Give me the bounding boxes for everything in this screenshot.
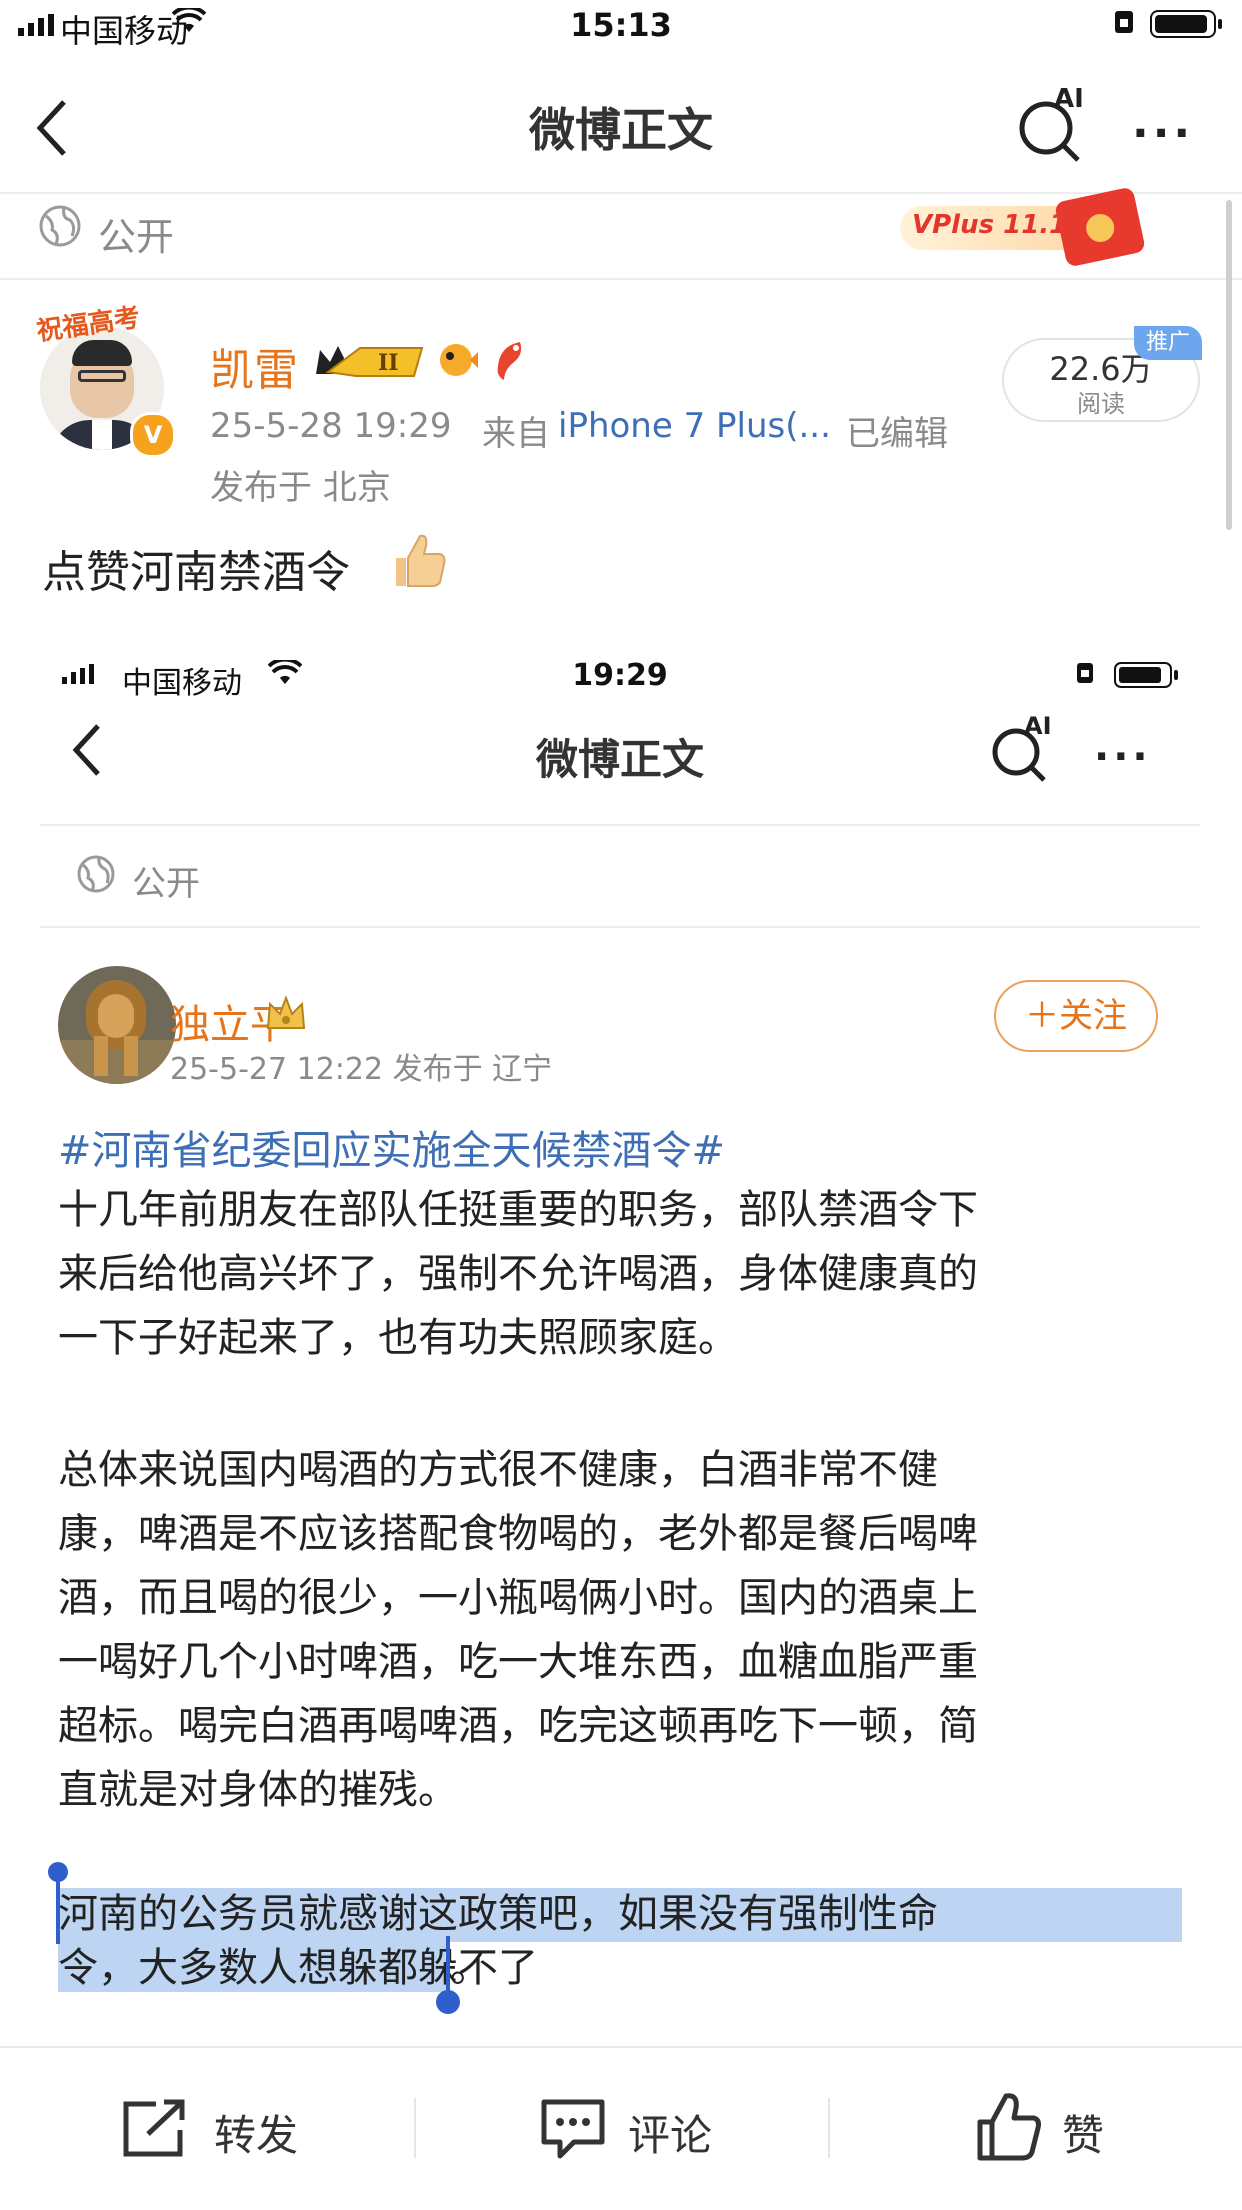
fish-badge-icon xyxy=(440,344,478,376)
ai-label: AI xyxy=(1054,84,1084,114)
ai-search-button[interactable]: AI xyxy=(1014,84,1090,164)
nav-bar: 微博正文 AI ··· xyxy=(0,62,1242,194)
embedded-ai-search-icon: AI xyxy=(988,712,1058,786)
embedded-divider-2 xyxy=(40,926,1200,928)
koi-badge-icon xyxy=(497,342,522,380)
embedded-portrait-lock-icon xyxy=(1077,663,1093,683)
like-label: 赞 xyxy=(1062,2111,1105,2160)
repost-label: 转发 xyxy=(214,2111,299,2160)
portrait-lock-icon xyxy=(1115,11,1133,33)
embedded-meta: 25-5-27 12:22 发布于 辽宁 xyxy=(170,1052,553,1087)
more-options-button[interactable]: ··· xyxy=(1132,108,1194,159)
battery-icon xyxy=(1150,10,1222,38)
embedded-hashtag: #河南省纪委回应实施全天候禁酒令# xyxy=(58,1128,726,1174)
embedded-visibility: 公开 xyxy=(132,864,200,904)
edited-label[interactable]: 已编辑 xyxy=(846,406,948,455)
promo-badge: 推广 xyxy=(1134,326,1202,360)
member-crown-icon: II xyxy=(312,340,428,384)
embedded-divider xyxy=(40,824,1200,826)
embedded-follow-button: ＋关注 xyxy=(994,980,1158,1052)
selection-start-cursor xyxy=(56,1880,60,1944)
vplus-banner[interactable]: VPlus 11.11 xyxy=(900,186,1160,268)
thumbs-up-emoji-icon xyxy=(396,534,446,587)
embedded-paragraph-2: 总体来说国内喝酒的方式很不健康，白酒非常不健 康，啤酒是不应该搭配食物喝的，老外… xyxy=(58,1447,978,1813)
toolbar-divider-1 xyxy=(414,2098,416,2158)
comment-label: 评论 xyxy=(628,2111,713,2160)
status-bar: 中国移动 15:13 xyxy=(0,0,1242,62)
bottom-toolbar: 转发 评论 赞 xyxy=(0,2046,1242,2210)
comment-icon xyxy=(541,2099,605,2159)
embedded-ai-label: AI xyxy=(1024,712,1052,740)
post-location: 发布于 北京 xyxy=(210,468,391,508)
embedded-more-icon: ··· xyxy=(1094,734,1152,780)
source-device-link[interactable]: iPhone 7 Plus(... xyxy=(558,406,831,446)
selection-end-cursor xyxy=(446,1936,450,1994)
verified-badge-icon: V xyxy=(130,412,176,458)
embedded-paragraph-1: 十几年前朋友在部队任挺重要的职务，部队禁酒令下 来后给他高兴坏了，强制不允许喝酒… xyxy=(58,1187,978,1361)
like-icon xyxy=(977,2093,1041,2161)
reads-label: 阅读 xyxy=(1077,390,1125,418)
selection-end-handle-icon xyxy=(436,1990,460,2014)
repost-button[interactable]: 转发 xyxy=(120,2088,320,2168)
author-name[interactable]: 凯雷 xyxy=(210,334,298,398)
embedded-globe-icon xyxy=(77,855,115,893)
visibility-row: 公开 VPlus 11.11 xyxy=(0,186,1242,280)
embedded-crown-icon xyxy=(266,995,306,1029)
source-prefix: 来自 xyxy=(482,414,550,454)
embedded-paragraph-3-tail: 。 xyxy=(450,1945,490,1991)
svg-text:II: II xyxy=(378,350,399,376)
author-avatar[interactable]: 祝福高考 V xyxy=(35,303,176,458)
red-envelope-icon xyxy=(1054,186,1146,268)
embedded-author-avatar xyxy=(58,966,176,1084)
post-timestamp: 25-5-28 19:29 xyxy=(210,406,452,446)
like-button[interactable]: 赞 xyxy=(976,2088,1136,2168)
comment-button[interactable]: 评论 xyxy=(540,2088,740,2168)
repost-icon xyxy=(123,2099,185,2157)
embedded-battery-icon xyxy=(1114,662,1178,688)
toolbar-divider-2 xyxy=(828,2098,830,2158)
scrollbar[interactable] xyxy=(1226,200,1232,530)
post-text: 点赞河南禁酒令 xyxy=(42,547,350,598)
globe-icon xyxy=(39,205,81,247)
status-time: 15:13 xyxy=(570,6,672,44)
embedded-time: 19:29 xyxy=(572,658,668,693)
embedded-screenshot[interactable]: 中国移动 19:29 微博正文 AI ··· 公开 独立平 25-5-27 12… xyxy=(40,630,1200,2042)
selection-start-handle-icon xyxy=(48,1862,68,1882)
visibility-label: 公开 xyxy=(98,215,175,259)
